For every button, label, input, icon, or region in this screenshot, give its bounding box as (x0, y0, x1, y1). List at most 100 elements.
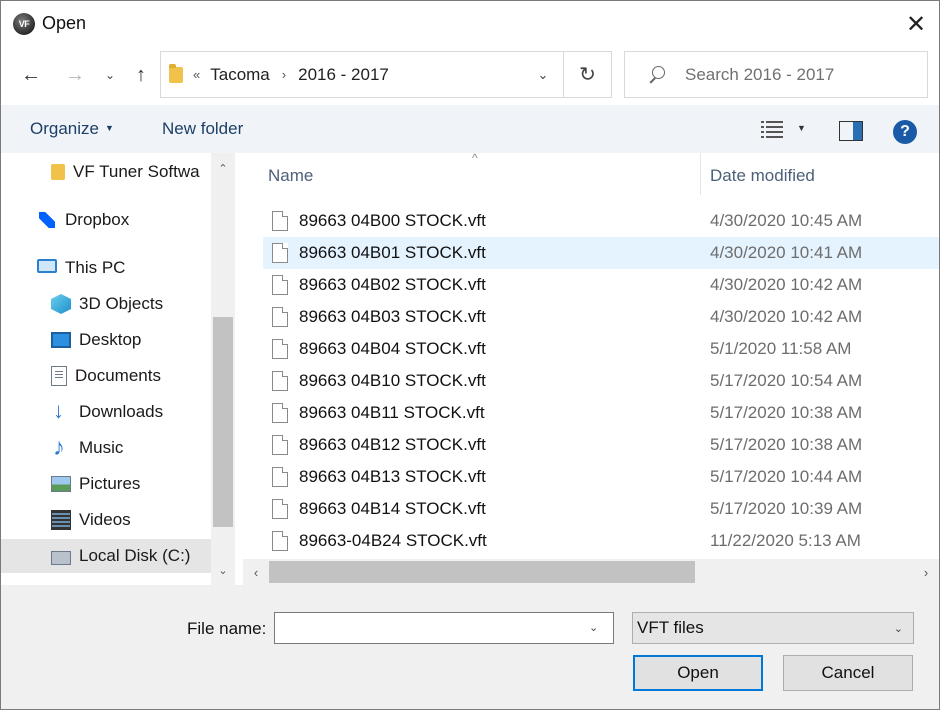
file-icon (272, 435, 288, 455)
breadcrumb-separator-icon[interactable]: › (282, 67, 286, 82)
nav-item-this-pc[interactable]: This PC (37, 251, 125, 285)
chevron-down-icon[interactable]: ⌄ (589, 621, 598, 634)
back-button[interactable]: ← (17, 61, 45, 89)
breadcrumb-item[interactable]: Tacoma (210, 65, 270, 85)
nav-item-dropbox[interactable]: Dropbox (37, 203, 129, 237)
desktop-icon (51, 332, 71, 348)
file-name: 89663 04B04 STOCK.vft (299, 339, 486, 358)
file-date: 4/30/2020 10:45 AM (710, 211, 863, 230)
videos-icon (51, 510, 71, 530)
column-header-date-modified[interactable]: Date modified (710, 166, 815, 186)
navigation-scrollbar[interactable]: ⌃ ⌄ (211, 153, 235, 585)
breadcrumb-item[interactable]: 2016 - 2017 (298, 65, 389, 85)
file-row[interactable]: 89663 04B12 STOCK.vft 5/17/2020 10:38 AM (263, 429, 939, 461)
file-row[interactable]: 89663 04B00 STOCK.vft 4/30/2020 10:45 AM (263, 205, 939, 237)
file-icon (272, 467, 288, 487)
file-row[interactable]: 89663-04B24 STOCK.vft 11/22/2020 5:13 AM (263, 525, 939, 557)
search-input[interactable]: Search 2016 - 2017 (624, 51, 928, 98)
file-date: 5/17/2020 10:54 AM (710, 371, 863, 390)
nav-item-downloads[interactable]: Downloads (51, 395, 163, 429)
file-name: 89663 04B14 STOCK.vft (299, 499, 486, 518)
scroll-up-icon[interactable]: ⌃ (211, 159, 235, 177)
nav-item-desktop[interactable]: Desktop (51, 323, 141, 357)
organize-button[interactable]: Organize ▼ (30, 119, 114, 139)
scroll-down-icon[interactable]: ⌄ (211, 561, 235, 579)
file-icon (272, 531, 288, 551)
file-name: 89663 04B10 STOCK.vft (299, 371, 486, 390)
file-icon (272, 275, 288, 295)
nav-item-3d-objects[interactable]: 3D Objects (51, 287, 163, 321)
column-header-row: ^ Name Date modified (243, 151, 939, 201)
close-button[interactable]: ✕ (893, 1, 939, 47)
command-bar: Organize ▼ New folder ▼ ? (1, 105, 939, 153)
file-row[interactable]: 89663 04B13 STOCK.vft 5/17/2020 10:44 AM (263, 461, 939, 493)
refresh-button[interactable]: ↻ (563, 52, 611, 97)
nav-item-local-disk[interactable]: Local Disk (C:) (1, 539, 211, 573)
breadcrumb-overflow-icon[interactable]: « (193, 67, 200, 82)
forward-arrow-icon: → (65, 63, 85, 86)
file-row[interactable]: 89663 04B10 STOCK.vft 5/17/2020 10:54 AM (263, 365, 939, 397)
nav-item-vf-tuner-software[interactable]: VF Tuner Softwa (51, 155, 200, 189)
caret-down-icon: ▼ (104, 123, 114, 133)
file-date: 4/30/2020 10:42 AM (710, 307, 863, 326)
open-button[interactable]: Open (633, 655, 763, 691)
file-row[interactable]: 89663 04B11 STOCK.vft 5/17/2020 10:38 AM (263, 397, 939, 429)
address-dropdown-button[interactable]: ⌄ (525, 52, 561, 97)
file-row[interactable]: 89663 04B02 STOCK.vft 4/30/2020 10:42 AM (263, 269, 939, 301)
search-placeholder: Search 2016 - 2017 (685, 64, 835, 84)
nav-item-label: VF Tuner Softwa (73, 162, 200, 181)
file-icon (272, 403, 288, 423)
scrollbar-thumb[interactable] (269, 561, 695, 583)
file-row[interactable]: 89663 04B03 STOCK.vft 4/30/2020 10:42 AM (263, 301, 939, 333)
file-name: 89663 04B00 STOCK.vft (299, 211, 486, 230)
search-icon (647, 65, 665, 84)
scroll-right-icon[interactable]: › (917, 563, 935, 581)
file-type-select[interactable]: VFT files ⌄ (632, 612, 914, 644)
up-button[interactable]: ↑ (129, 61, 153, 89)
scroll-left-icon[interactable]: ‹ (247, 563, 265, 581)
nav-item-videos[interactable]: Videos (51, 503, 131, 537)
scrollbar-thumb[interactable] (213, 317, 233, 527)
file-list: ^ Name Date modified 89663 04B00 STOCK.v… (243, 151, 939, 585)
file-row[interactable]: 89663 04B04 STOCK.vft 5/1/2020 11:58 AM (263, 333, 939, 365)
nav-item-label: Dropbox (65, 210, 130, 229)
this-pc-icon (37, 259, 57, 273)
pictures-icon (51, 476, 71, 492)
new-folder-button[interactable]: New folder (162, 119, 243, 139)
file-date: 5/17/2020 10:38 AM (710, 403, 863, 422)
recent-locations-button[interactable]: ⌄ (101, 61, 119, 89)
file-icon (272, 499, 288, 519)
file-row[interactable]: 89663 04B14 STOCK.vft 5/17/2020 10:39 AM (263, 493, 939, 525)
file-icon (272, 307, 288, 327)
documents-icon (51, 366, 67, 386)
view-options-button[interactable]: ▼ (797, 123, 806, 133)
file-name-field[interactable] (274, 612, 614, 644)
file-name: 89663 04B11 STOCK.vft (299, 403, 485, 422)
address-bar[interactable]: « Tacoma › 2016 - 2017 ⌄ ↻ (160, 51, 612, 98)
horizontal-scrollbar[interactable]: ‹ › (243, 559, 939, 585)
preview-pane-icon[interactable] (839, 121, 863, 141)
file-date: 5/17/2020 10:38 AM (710, 435, 863, 454)
back-arrow-icon: ← (21, 63, 41, 86)
nav-item-label: Videos (79, 510, 131, 529)
nav-item-label: Music (79, 438, 124, 457)
sort-ascending-icon: ^ (472, 151, 478, 165)
view-details-icon[interactable] (761, 119, 785, 139)
nav-item-documents[interactable]: Documents (51, 359, 161, 393)
file-type-value: VFT files (637, 618, 704, 637)
nav-item-pictures[interactable]: Pictures (51, 467, 140, 501)
navigation-pane: VF Tuner Softwa Dropbox This PC 3D Objec… (1, 153, 237, 585)
cancel-button[interactable]: Cancel (783, 655, 913, 691)
column-header-name[interactable]: Name (268, 166, 313, 186)
nav-item-label: Desktop (79, 330, 142, 349)
file-name: 89663 04B01 STOCK.vft (299, 243, 486, 262)
help-icon[interactable]: ? (893, 120, 917, 144)
column-divider[interactable] (700, 153, 701, 195)
file-row[interactable]: 89663 04B01 STOCK.vft 4/30/2020 10:41 AM (263, 237, 939, 269)
nav-item-label: This PC (65, 258, 126, 277)
file-name: 89663 04B03 STOCK.vft (299, 307, 486, 326)
forward-button[interactable]: → (61, 61, 89, 89)
3d-objects-icon (51, 294, 71, 314)
music-icon (51, 434, 71, 462)
nav-item-music[interactable]: Music (51, 431, 123, 465)
